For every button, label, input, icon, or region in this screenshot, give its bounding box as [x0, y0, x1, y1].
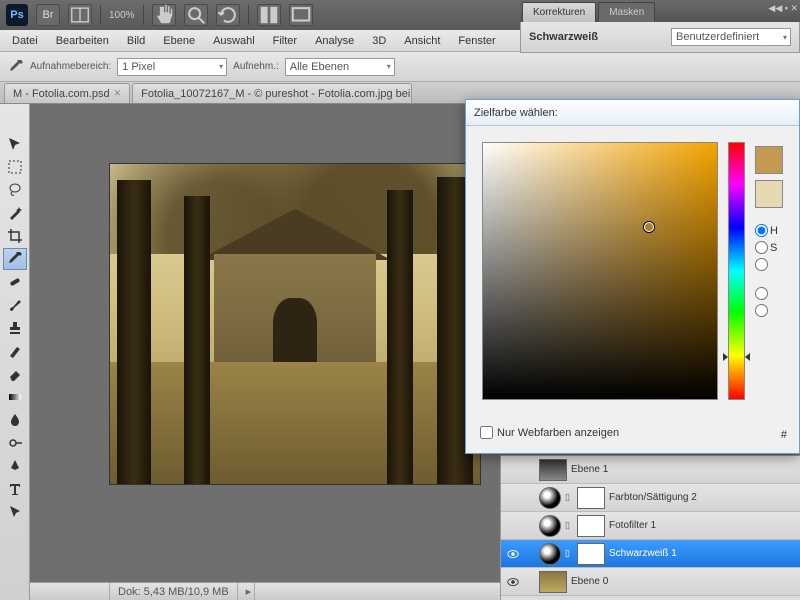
lasso-tool[interactable] — [3, 179, 27, 201]
sample-layers-label: Aufnehm.: — [233, 61, 279, 72]
mask-thumb[interactable] — [577, 543, 605, 565]
web-colors-checkbox[interactable]: Nur Webfarben anzeigen — [480, 426, 619, 439]
pen-tool[interactable] — [3, 455, 27, 477]
eyedropper-icon — [8, 59, 24, 75]
visibility-toggle[interactable] — [505, 462, 521, 478]
radio-r[interactable] — [755, 287, 783, 300]
adjustments-panel: ◀◀ ▪ ✕ Korrekturen Masken Schwarzweiß Be… — [520, 0, 800, 53]
zoom-tool-button[interactable] — [184, 4, 208, 26]
document-canvas[interactable] — [110, 164, 480, 484]
tab-masken[interactable]: Masken — [598, 2, 655, 22]
zoom-readout[interactable]: 100% — [109, 10, 135, 21]
saturation-value-field[interactable] — [482, 142, 718, 400]
radio-g[interactable] — [755, 304, 783, 317]
menu-filter[interactable]: Filter — [265, 33, 305, 49]
panel-collapse-icon[interactable]: ◀◀ ▪ ✕ — [768, 3, 798, 14]
adjustment-icon[interactable] — [539, 487, 561, 509]
link-icon[interactable]: ▯ — [565, 520, 573, 531]
picker-title[interactable]: Zielfarbe wählen: — [466, 100, 799, 126]
eraser-tool[interactable] — [3, 363, 27, 385]
eyedropper-tool[interactable] — [3, 248, 27, 270]
toolbox — [0, 104, 30, 600]
layer-row[interactable]: Ebene 0 — [501, 568, 800, 596]
dodge-tool[interactable] — [3, 432, 27, 454]
menu-bild[interactable]: Bild — [119, 33, 153, 49]
status-zoom[interactable] — [30, 583, 110, 600]
menu-analyse[interactable]: Analyse — [307, 33, 362, 49]
current-color-swatch[interactable] — [755, 180, 783, 208]
layer-thumb[interactable] — [539, 459, 567, 481]
doc-tab-1[interactable]: M - Fotolia.com.psd✕ — [4, 83, 130, 103]
visibility-toggle[interactable] — [505, 574, 521, 590]
link-icon[interactable]: ▯ — [565, 548, 573, 559]
visibility-toggle[interactable] — [505, 490, 521, 506]
stamp-tool[interactable] — [3, 317, 27, 339]
blur-tool[interactable] — [3, 409, 27, 431]
menu-datei[interactable]: Datei — [4, 33, 46, 49]
path-select-tool[interactable] — [3, 501, 27, 523]
layer-thumb[interactable] — [539, 571, 567, 593]
layers-panel: Ebene 1 ▯ Farbton/Sättigung 2 ▯ Fotofilt… — [500, 455, 800, 600]
radio-b[interactable] — [755, 258, 783, 271]
status-doc-size[interactable]: Dok: 5,43 MB/10,9 MB — [110, 583, 238, 600]
type-tool[interactable] — [3, 478, 27, 500]
menu-ansicht[interactable]: Ansicht — [396, 33, 448, 49]
hue-slider[interactable] — [728, 142, 745, 400]
layout-button[interactable] — [68, 4, 92, 26]
menu-bearbeiten[interactable]: Bearbeiten — [48, 33, 117, 49]
gradient-tool[interactable] — [3, 386, 27, 408]
adjustment-title: Schwarzweiß — [529, 31, 598, 43]
hex-label: # — [781, 429, 787, 441]
preset-combo[interactable]: Benutzerdefiniert — [671, 28, 791, 46]
link-icon[interactable]: ▯ — [565, 492, 573, 503]
close-icon[interactable]: ✕ — [114, 88, 122, 99]
menu-ebene[interactable]: Ebene — [155, 33, 203, 49]
menu-fenster[interactable]: Fenster — [450, 33, 503, 49]
adjustment-icon[interactable] — [539, 515, 561, 537]
color-picker-dialog: Zielfarbe wählen: H S Nur Webfarb — [465, 99, 800, 454]
visibility-toggle[interactable] — [505, 546, 521, 562]
adjustment-icon[interactable] — [539, 543, 561, 565]
rotate-view-button[interactable] — [216, 4, 240, 26]
sample-size-combo[interactable]: 1 Pixel — [117, 58, 227, 76]
crop-tool[interactable] — [3, 225, 27, 247]
brush-tool[interactable] — [3, 294, 27, 316]
layer-row[interactable]: ▯ Farbton/Sättigung 2 — [501, 484, 800, 512]
visibility-toggle[interactable] — [505, 518, 521, 534]
history-brush-tool[interactable] — [3, 340, 27, 362]
doc-tab-2[interactable]: Fotolia_10072167_M - © pureshot - Fotoli… — [132, 83, 412, 103]
screen-mode-button[interactable] — [289, 4, 313, 26]
mask-thumb[interactable] — [577, 515, 605, 537]
bridge-button[interactable]: Br — [36, 4, 60, 26]
mask-thumb[interactable] — [577, 487, 605, 509]
app-logo: Ps — [6, 4, 28, 26]
arrange-docs-button[interactable] — [257, 4, 281, 26]
web-colors-input[interactable] — [480, 426, 493, 439]
marquee-tool[interactable] — [3, 156, 27, 178]
heal-tool[interactable] — [3, 271, 27, 293]
app-window: Ps Br 100% ─ ▢ ✕ Datei Bearbeiten Bild E… — [0, 0, 800, 600]
options-bar: Aufnahmebereich: 1 Pixel Aufnehm.: Alle … — [0, 52, 800, 82]
menu-auswahl[interactable]: Auswahl — [205, 33, 263, 49]
layer-row-selected[interactable]: ▯ Schwarzweiß 1 — [501, 540, 800, 568]
menu-3d[interactable]: 3D — [364, 33, 394, 49]
sample-size-label: Aufnahmebereich: — [30, 61, 111, 72]
sv-cursor[interactable] — [644, 222, 654, 232]
new-color-swatch[interactable] — [755, 146, 783, 174]
move-tool[interactable] — [3, 133, 27, 155]
tab-korrekturen[interactable]: Korrekturen — [522, 2, 596, 22]
picker-side: H S — [755, 142, 783, 400]
status-menu[interactable]: ▸ — [238, 583, 255, 600]
radio-s[interactable]: S — [755, 241, 783, 254]
hand-tool-button[interactable] — [152, 4, 176, 26]
sample-layers-combo[interactable]: Alle Ebenen — [285, 58, 395, 76]
wand-tool[interactable] — [3, 202, 27, 224]
layer-row[interactable]: Ebene 1 — [501, 456, 800, 484]
radio-h[interactable]: H — [755, 224, 783, 237]
layer-row[interactable]: ▯ Fotofilter 1 — [501, 512, 800, 540]
